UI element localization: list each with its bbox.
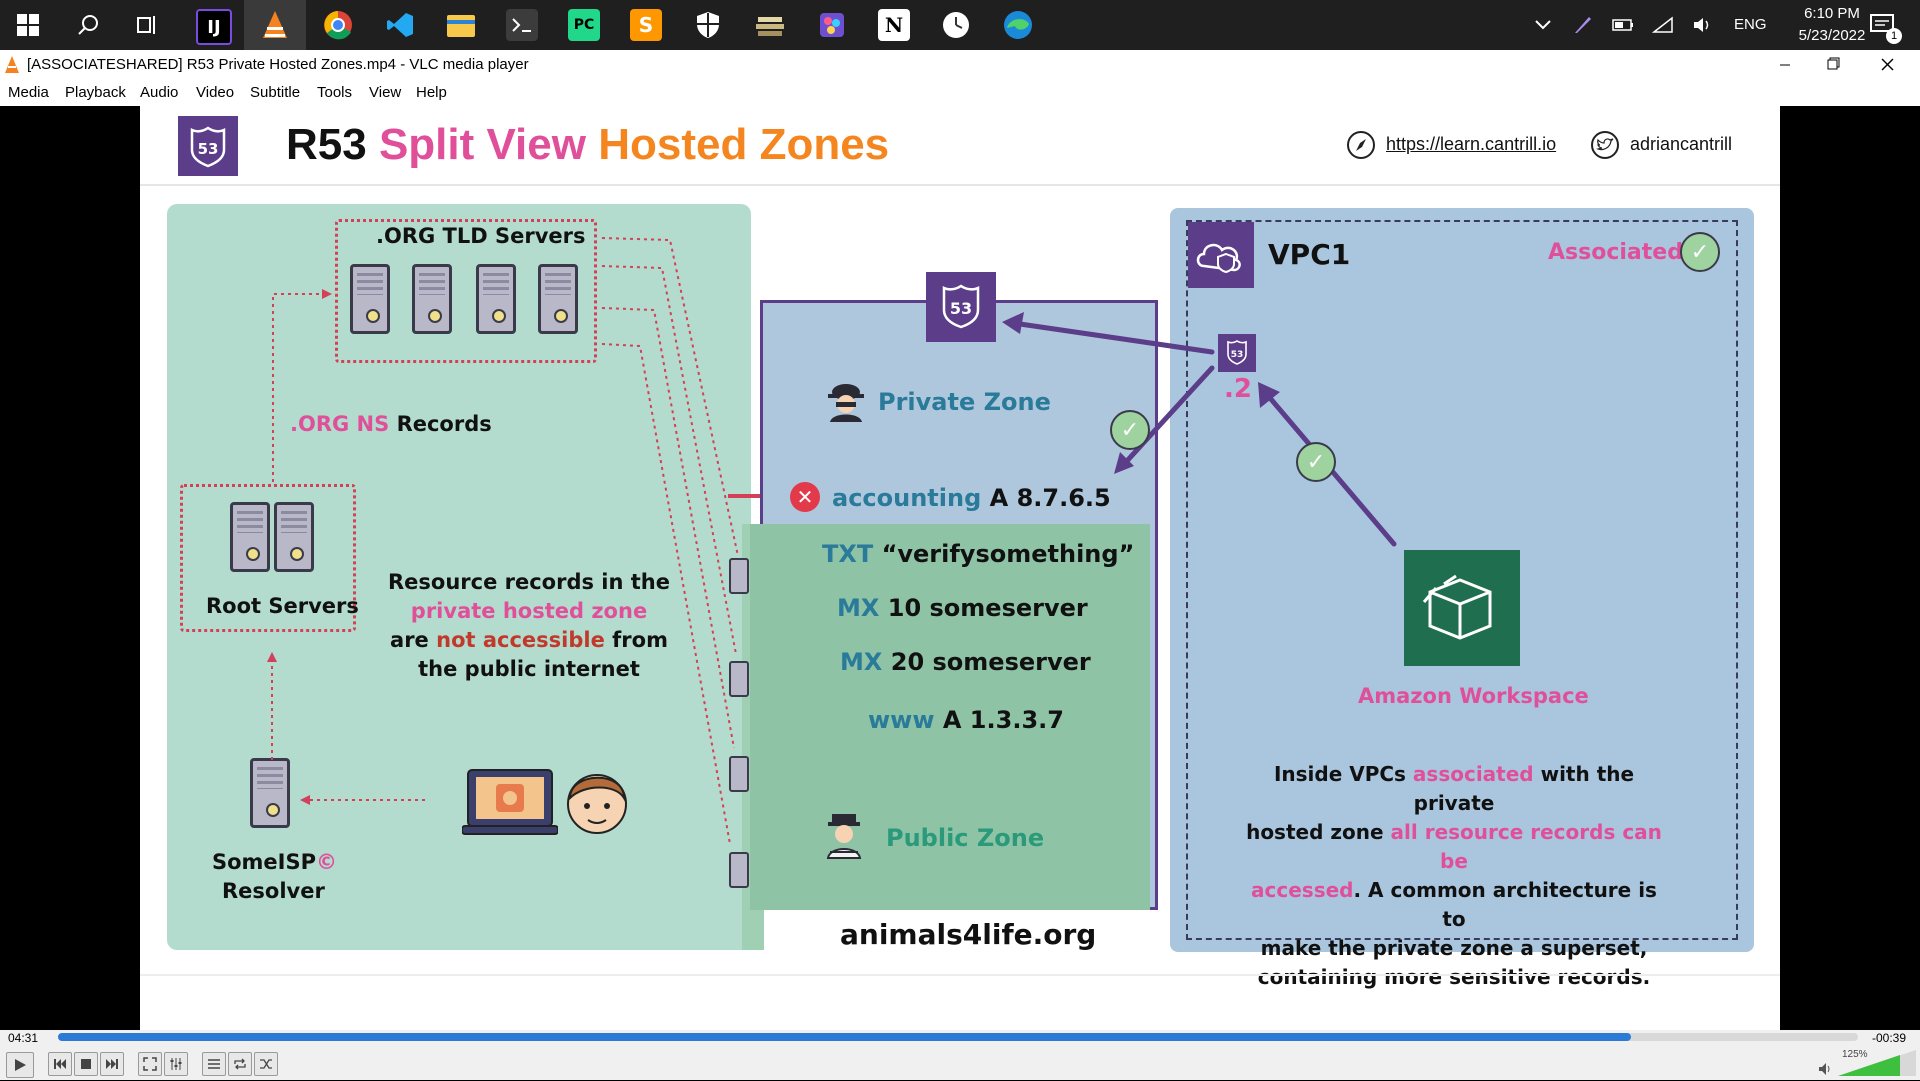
- language-indicator[interactable]: ENG: [1734, 16, 1767, 33]
- sublime-icon[interactable]: S: [630, 9, 662, 41]
- notification-count-badge: 1: [1886, 28, 1902, 44]
- stop-button[interactable]: [74, 1052, 98, 1076]
- speaker-icon[interactable]: [1818, 1062, 1834, 1081]
- file-explorer-icon[interactable]: [445, 9, 477, 41]
- menu-view[interactable]: View: [369, 84, 401, 101]
- windows-taskbar: IJ PC S N ENG 6:10 PM 5/23/2022 1: [0, 0, 1920, 50]
- menu-video[interactable]: Video: [196, 84, 234, 101]
- play-button[interactable]: [6, 1052, 34, 1078]
- minimize-button[interactable]: [1760, 50, 1810, 80]
- menu-audio[interactable]: Audio: [140, 84, 178, 101]
- task-view-icon[interactable]: [132, 9, 164, 41]
- edge-icon[interactable]: [1002, 9, 1034, 41]
- paint-icon[interactable]: [816, 9, 848, 41]
- clock-time[interactable]: 6:10 PM: [1792, 5, 1872, 22]
- fullscreen-button[interactable]: [138, 1052, 162, 1076]
- pycharm-icon[interactable]: PC: [568, 9, 600, 41]
- volume-level: 125%: [1842, 1049, 1868, 1060]
- vpc-note-line: Inside VPCs associated with the private: [1244, 760, 1664, 818]
- window-title: [ASSOCIATESHARED] R53 Private Hosted Zon…: [27, 56, 529, 73]
- shuffle-button[interactable]: [254, 1052, 278, 1076]
- close-button[interactable]: [1862, 50, 1912, 80]
- vpc-note-fragment: associated: [1412, 762, 1534, 786]
- battery-icon[interactable]: [1608, 9, 1638, 41]
- clock-app-icon[interactable]: [940, 9, 972, 41]
- vlc-icon[interactable]: [244, 0, 306, 50]
- wifi-icon[interactable]: [1648, 9, 1678, 41]
- pen-icon[interactable]: [1568, 9, 1598, 41]
- previous-button[interactable]: [48, 1052, 72, 1076]
- amazon-workspace-icon: [1404, 550, 1520, 666]
- vpc-note-fragment: . A common architecture is to: [1353, 878, 1657, 931]
- menu-media[interactable]: Media: [8, 84, 49, 101]
- stack-icon[interactable]: [754, 9, 786, 41]
- remaining-time[interactable]: -00:39: [1872, 1031, 1906, 1045]
- vpc-note-fragment: accessed: [1251, 878, 1354, 902]
- vpc-note-fragment: Inside VPCs: [1273, 762, 1406, 786]
- next-button[interactable]: [100, 1052, 124, 1076]
- search-icon[interactable]: [72, 9, 104, 41]
- menu-tools[interactable]: Tools: [317, 84, 352, 101]
- restore-button[interactable]: [1806, 50, 1856, 80]
- seek-bar-fill: [58, 1033, 1632, 1041]
- vpc-note: Inside VPCs associated with the private …: [1244, 760, 1664, 992]
- terminal-icon[interactable]: [506, 9, 538, 41]
- workspace-label: Amazon Workspace: [1358, 684, 1589, 708]
- security-icon[interactable]: [692, 9, 724, 41]
- vpc-note-line: accessed. A common architecture is to: [1244, 876, 1664, 934]
- menu-bar: Media Playback Audio Video Subtitle Tool…: [0, 80, 1920, 106]
- query-check-icon: ✓: [1110, 410, 1150, 450]
- vpc-note-line: make the private zone a superset,: [1260, 936, 1648, 960]
- loop-button[interactable]: [228, 1052, 252, 1076]
- vpc-note-fragment: all resource records can be: [1390, 820, 1662, 873]
- volume-icon[interactable]: [1688, 9, 1718, 41]
- extended-settings-button[interactable]: [164, 1052, 188, 1076]
- show-hidden-icons-chevron-icon[interactable]: [1528, 9, 1558, 41]
- vpc-note-fragment: hosted zone: [1246, 820, 1384, 844]
- slide-footer-divider: [140, 974, 1780, 976]
- elapsed-time[interactable]: 04:31: [8, 1031, 38, 1045]
- notion-icon[interactable]: N: [878, 9, 910, 41]
- windows-start-icon[interactable]: [12, 9, 44, 41]
- seek-bar[interactable]: [58, 1033, 1858, 1041]
- playlist-button[interactable]: [202, 1052, 226, 1076]
- vpc-note-line: containing more sensitive records.: [1257, 965, 1651, 989]
- vpc-note-line: hosted zone all resource records can be: [1244, 818, 1664, 876]
- vlc-logo-icon: [4, 56, 20, 79]
- menu-subtitle[interactable]: Subtitle: [250, 84, 300, 101]
- window-titlebar: [ASSOCIATESHARED] R53 Private Hosted Zon…: [0, 50, 1920, 80]
- workspace-check-icon: ✓: [1296, 442, 1336, 482]
- chrome-icon[interactable]: [322, 9, 354, 41]
- menu-playback[interactable]: Playback: [65, 84, 126, 101]
- menu-help[interactable]: Help: [416, 84, 447, 101]
- intellij-icon[interactable]: IJ: [196, 9, 232, 45]
- vscode-icon[interactable]: [384, 9, 416, 41]
- video-frame-slide: 53 R53 Split View Hosted Zones https://l…: [140, 106, 1780, 1030]
